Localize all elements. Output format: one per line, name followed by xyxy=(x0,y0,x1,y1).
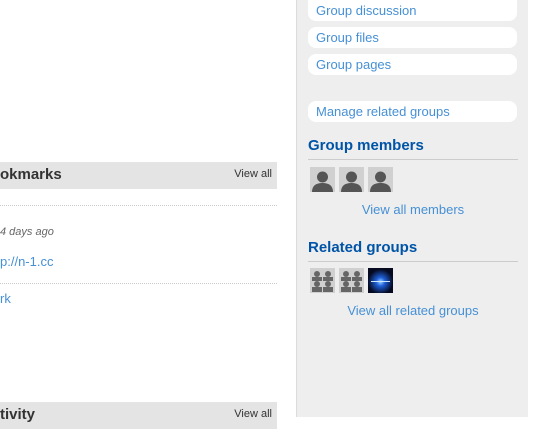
main-content: okmarks View all 4 days ago p://n-1.cc r… xyxy=(0,0,290,429)
menu-group-discussion[interactable]: Group discussion xyxy=(308,0,517,21)
bookmark-url-link[interactable]: p://n-1.cc xyxy=(0,254,53,269)
related-groups-heading: Related groups xyxy=(308,239,518,262)
bookmarks-module-header: okmarks View all xyxy=(0,162,277,189)
divider xyxy=(0,283,277,284)
default-group-icon xyxy=(339,268,364,293)
activity-view-all-link[interactable]: View all xyxy=(234,408,272,420)
member-avatar[interactable] xyxy=(310,167,335,192)
view-all-members-link[interactable]: View all members xyxy=(308,202,518,217)
group-image-blue xyxy=(368,268,393,293)
member-avatar[interactable] xyxy=(368,167,393,192)
menu-group-files[interactable]: Group files xyxy=(308,27,517,48)
group-members-heading: Group members xyxy=(308,137,518,160)
default-user-icon xyxy=(310,167,335,192)
related-group-avatar[interactable] xyxy=(310,268,335,293)
related-group-avatar[interactable] xyxy=(368,268,393,293)
bookmarks-module-title: okmarks xyxy=(0,166,62,183)
activity-module-title: tivity xyxy=(0,406,36,423)
bookmarks-view-all-link[interactable]: View all xyxy=(234,168,272,180)
bookmark-timestamp: 4 days ago xyxy=(0,226,54,238)
divider xyxy=(0,205,277,206)
related-group-avatar[interactable] xyxy=(339,268,364,293)
default-user-icon xyxy=(368,167,393,192)
bookmark-more-link[interactable]: rk xyxy=(0,291,11,306)
member-avatar[interactable] xyxy=(339,167,364,192)
menu-manage-related-groups[interactable]: Manage related groups xyxy=(308,101,517,122)
menu-group-pages[interactable]: Group pages xyxy=(308,54,517,75)
activity-module-header: tivity View all xyxy=(0,402,277,429)
default-group-icon xyxy=(310,268,335,293)
view-all-related-groups-link[interactable]: View all related groups xyxy=(308,303,518,318)
group-sidebar: Group discussion Group files Group pages… xyxy=(296,0,528,417)
default-user-icon xyxy=(339,167,364,192)
